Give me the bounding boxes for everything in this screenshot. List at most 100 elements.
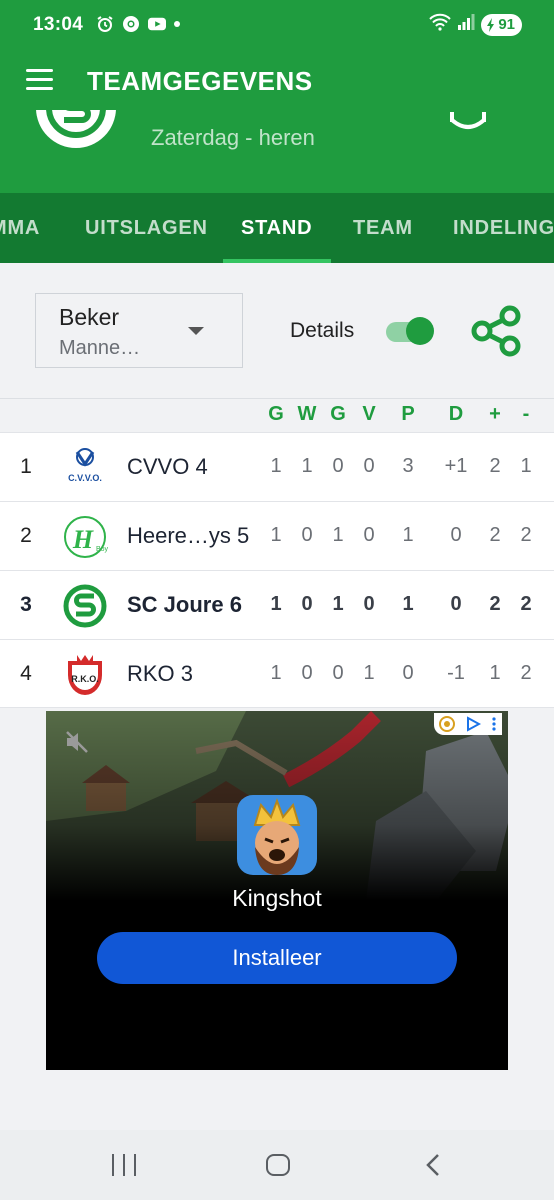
header-lost: V — [362, 403, 376, 425]
stat-games: 1 — [270, 455, 282, 477]
header-won: W — [297, 403, 317, 425]
cvvo-logo-icon: C.V.V.O. — [62, 446, 108, 490]
stat-games: 1 — [270, 524, 282, 546]
stat-difference: 0 — [450, 524, 462, 546]
table-row[interactable]: 2 HBoys Heere…ys 5 1 0 1 0 1 0 2 2 — [0, 501, 554, 570]
stat-drawn: 0 — [332, 455, 344, 477]
sc-joure-logo-icon — [62, 584, 108, 628]
details-label: Details — [290, 319, 355, 342]
stat-won: 1 — [301, 455, 313, 477]
stat-won: 0 — [301, 524, 313, 546]
header-goals-against: - — [522, 403, 530, 425]
header-games: G — [268, 403, 284, 425]
status-time: 13:04 — [33, 14, 84, 35]
header-drawn: G — [330, 403, 346, 425]
stat-lost: 1 — [363, 662, 375, 684]
tab-indeling[interactable]: INDELING — [453, 217, 554, 240]
competition-value: Beker — [59, 304, 120, 330]
row-rank: 1 — [20, 455, 32, 478]
header-difference: D — [448, 403, 464, 425]
stat-won: 0 — [301, 593, 313, 615]
stat-goals-for: 2 — [489, 524, 501, 546]
kingshot-app-icon[interactable] — [237, 795, 317, 875]
table-row[interactable]: 4 R.K.O. RKO 3 1 0 0 1 0 -1 1 2 — [0, 639, 554, 708]
stat-difference: -1 — [447, 662, 465, 684]
stat-goals-for: 2 — [489, 593, 501, 615]
table-row[interactable]: 1 C.V.V.O. CVVO 4 1 1 0 0 3 +1 2 1 — [0, 432, 554, 501]
stat-games: 1 — [270, 662, 282, 684]
svg-text:R.K.O.: R.K.O. — [71, 674, 99, 684]
mute-icon[interactable] — [64, 729, 90, 755]
back-icon[interactable] — [424, 1154, 442, 1176]
system-nav-bar — [0, 1130, 554, 1200]
svg-text:Boys: Boys — [96, 546, 108, 553]
home-icon[interactable] — [266, 1154, 290, 1176]
category-value: Manne… — [59, 337, 141, 359]
ad-banner[interactable]: Kingshot Installeer — [46, 711, 508, 1070]
menu-button[interactable] — [26, 69, 56, 93]
tab-bar: MMA UITSLAGEN STAND TEAM INDELING — [0, 193, 554, 263]
stat-goals-against: 2 — [520, 524, 532, 546]
stat-goals-against: 1 — [520, 455, 532, 477]
standings-header: G W G V P D + - — [0, 398, 554, 431]
club-name: Heere…ys 5 — [127, 523, 250, 548]
stat-goals-against: 2 — [520, 662, 532, 684]
stat-points: 3 — [402, 455, 414, 477]
stat-goals-for: 1 — [489, 662, 501, 684]
share-icon[interactable] — [470, 305, 522, 357]
install-button[interactable]: Installeer — [97, 932, 457, 984]
stat-goals-against: 2 — [520, 593, 532, 615]
status-bar: 13:04 91 — [0, 0, 554, 52]
stat-points: 1 — [402, 593, 414, 615]
stat-drawn: 1 — [332, 593, 344, 615]
header-points: P — [401, 403, 415, 425]
stat-drawn: 0 — [332, 662, 344, 684]
svg-text:H: H — [72, 525, 94, 554]
stat-points: 1 — [402, 524, 414, 546]
competition-dropdown[interactable]: Beker Manne… — [35, 293, 243, 368]
page-title: TEAMGEGEVENS — [87, 66, 313, 96]
battery-indicator: 91 — [481, 13, 522, 36]
stat-difference: +1 — [444, 455, 468, 477]
signal-icon — [457, 13, 475, 36]
stat-won: 0 — [301, 662, 313, 684]
chrome-icon — [122, 15, 140, 33]
favorite-icon[interactable] — [448, 112, 488, 134]
row-rank: 3 — [20, 593, 32, 616]
rko-logo-icon: R.K.O. — [62, 653, 108, 697]
club-name: RKO 3 — [127, 661, 194, 686]
header-goals-for: + — [489, 403, 501, 425]
wifi-icon — [429, 13, 452, 36]
team-header: Zaterdag - heren — [0, 110, 554, 193]
team-subtitle: Zaterdag - heren — [151, 125, 315, 150]
youtube-icon — [148, 15, 166, 33]
system-icons: 91 — [429, 13, 522, 36]
tab-programma[interactable]: MMA — [0, 217, 40, 240]
details-toggle[interactable] — [386, 317, 434, 345]
team-logo — [36, 110, 116, 148]
charging-icon — [487, 17, 495, 32]
more-notifications-icon — [174, 21, 180, 27]
club-name: SC Joure 6 — [127, 592, 242, 617]
stat-lost: 0 — [363, 593, 375, 615]
stat-lost: 0 — [363, 524, 375, 546]
notification-icons — [96, 15, 180, 33]
tab-uitslagen[interactable]: UITSLAGEN — [85, 217, 208, 240]
alarm-icon — [96, 15, 114, 33]
heerenveense-boys-logo-icon: HBoys — [62, 515, 112, 559]
ad-app-name: Kingshot — [232, 885, 322, 911]
svg-text:C.V.V.O.: C.V.V.O. — [68, 473, 102, 483]
stat-games: 1 — [270, 593, 282, 615]
tab-indicator — [223, 259, 331, 263]
stat-points: 0 — [402, 662, 414, 684]
stat-drawn: 1 — [332, 524, 344, 546]
stat-lost: 0 — [363, 455, 375, 477]
tab-team[interactable]: TEAM — [353, 217, 413, 240]
tab-stand[interactable]: STAND — [241, 217, 312, 240]
dropdown-arrow-icon — [188, 327, 204, 335]
stat-difference: 0 — [450, 593, 462, 615]
ad-choices-icon[interactable] — [434, 713, 502, 735]
stat-goals-for: 2 — [489, 455, 501, 477]
table-row-own-team[interactable]: 3 SC Joure 6 1 0 1 0 1 0 2 2 — [0, 570, 554, 639]
recents-icon[interactable] — [112, 1154, 136, 1176]
